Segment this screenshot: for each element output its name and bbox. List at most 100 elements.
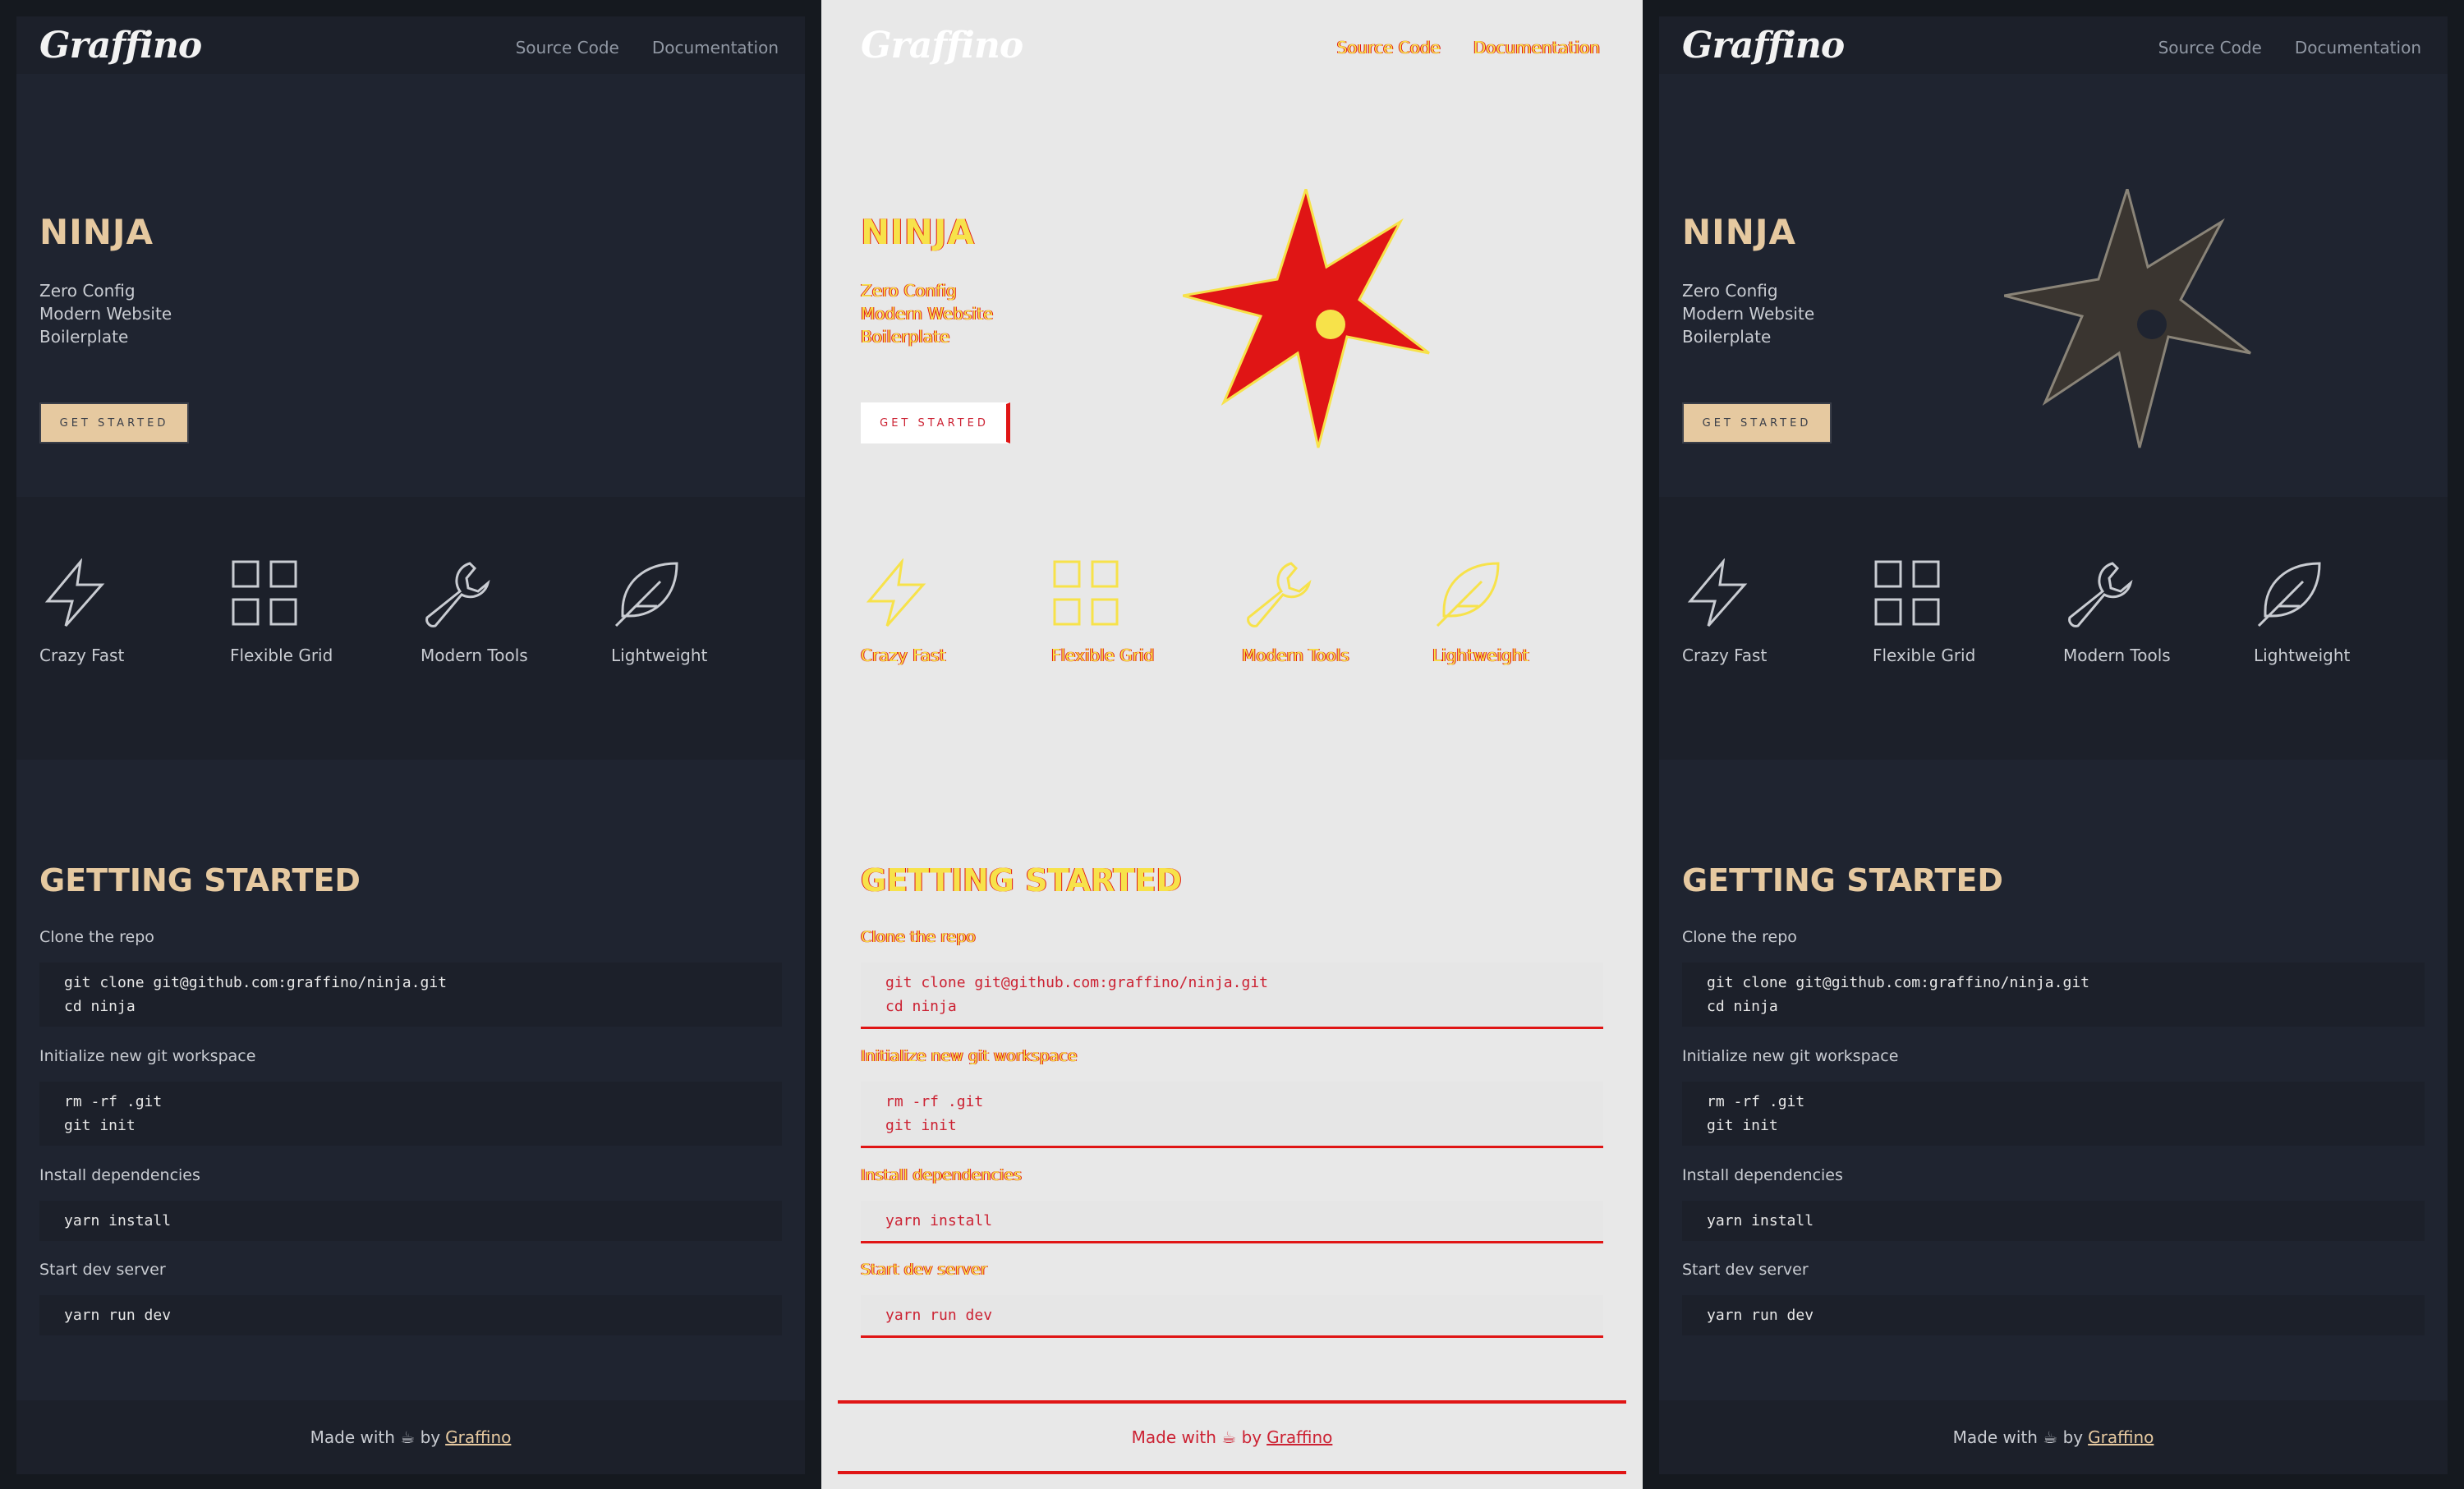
code-block[interactable]: git clone git@github.com:graffino/ninja.… [1682, 963, 2425, 1027]
feature-crazy-fast: Crazy Fast [861, 557, 946, 665]
nav-documentation[interactable]: Documentation [652, 38, 779, 57]
step-label: Start dev server [861, 1261, 987, 1279]
code-line: git init [1707, 1117, 1778, 1134]
code-line: yarn run dev [885, 1307, 993, 1324]
nav-source-code[interactable]: Source Code [516, 38, 619, 57]
feature-crazy-fast: Crazy Fast [39, 557, 125, 665]
footer-link[interactable]: Graffino [1266, 1427, 1332, 1447]
feature-label: Lightweight [2254, 646, 2351, 665]
feather-icon [614, 562, 678, 627]
getting-started: GETTING STARTED Clone the repo git clone… [838, 760, 1626, 1417]
subtitle-line: Boilerplate [39, 327, 129, 347]
page: Graffino Source Code Documentation NINJA… [838, 16, 1626, 1474]
code-line: rm -rf .git [885, 1093, 984, 1110]
nav-source-code[interactable]: Source Code [1337, 38, 1441, 57]
footer-text: Made with ☕ by [1952, 1427, 2084, 1447]
panel-diff: Graffino Source Code Documentation NINJA… [821, 0, 1643, 1489]
site-footer: Made with ☕ by Graffino [838, 1400, 1626, 1474]
hero-title: NINJA [39, 212, 154, 252]
code-block[interactable]: yarn install [39, 1201, 782, 1241]
hero: NINJA Zero Config Modern Website Boilerp… [1659, 74, 2448, 497]
code-block[interactable]: git clone git@github.com:graffino/ninja.… [861, 963, 1603, 1029]
features: Crazy Fast Flexible Grid Modern Tools Li… [1659, 497, 2448, 760]
feature-modern-tools: Modern Tools [2063, 558, 2171, 665]
wrench-icon [2068, 562, 2133, 627]
nav-source-code[interactable]: Source Code [2158, 38, 2262, 57]
step-init: Initialize new git workspace rm -rf .git… [1682, 1047, 2425, 1146]
step-init: Initialize new git workspace rm -rf .git… [39, 1047, 782, 1146]
step-install: Install dependencies yarn install [39, 1166, 782, 1241]
nav-documentation[interactable]: Documentation [2295, 38, 2421, 57]
footer-link[interactable]: Graffino [445, 1427, 511, 1447]
feature-label: Modern Tools [421, 646, 528, 665]
feather-icon [2257, 562, 2321, 627]
step-dev-server: Start dev server yarn run dev [1682, 1261, 2425, 1335]
code-block[interactable]: rm -rf .git git init [1682, 1082, 2425, 1146]
shuriken-icon [2004, 189, 2251, 448]
get-started-button[interactable]: GET STARTED [39, 402, 189, 443]
feature-label: Crazy Fast [39, 646, 125, 665]
code-block[interactable]: yarn install [1682, 1201, 2425, 1241]
logo[interactable]: Graffino [39, 25, 202, 67]
footer-link[interactable]: Graffino [2088, 1427, 2154, 1447]
get-started-button[interactable]: GET STARTED [1682, 402, 1832, 443]
footer-text: Made with ☕ by [310, 1427, 441, 1447]
subtitle-line: Boilerplate [1682, 327, 1772, 347]
code-line: yarn run dev [64, 1307, 172, 1324]
getting-started-title: GETTING STARTED [39, 862, 361, 898]
panel-rendered: Graffino Source Code Documentation NINJA… [1643, 0, 2464, 1489]
grid-icon [1053, 560, 1119, 626]
code-block[interactable]: yarn run dev [861, 1295, 1603, 1338]
nav-documentation[interactable]: Documentation [1473, 38, 1600, 57]
site-footer: Made with ☕ by Graffino [1659, 1400, 2448, 1474]
feather-icon [1436, 562, 1500, 627]
step-dev-server: Start dev server yarn run dev [861, 1261, 1603, 1338]
site-header: Graffino Source Code Documentation [1659, 16, 2448, 74]
feature-label: Crazy Fast [861, 646, 946, 665]
code-block[interactable]: rm -rf .git git init [861, 1082, 1603, 1148]
feature-label: Flexible Grid [230, 646, 333, 665]
code-line: git clone git@github.com:graffino/ninja.… [64, 974, 447, 991]
footer-text: Made with ☕ by [1131, 1427, 1262, 1447]
top-nav: Source Code Documentation [1337, 38, 1600, 57]
page: Graffino Source Code Documentation NINJA… [16, 16, 805, 1474]
code-block[interactable]: yarn run dev [1682, 1295, 2425, 1335]
feature-lightweight: Lightweight [2254, 558, 2350, 665]
code-block[interactable]: yarn install [861, 1201, 1603, 1243]
feature-crazy-fast: Crazy Fast [1682, 557, 1768, 665]
logo[interactable]: Graffino [1682, 25, 1845, 67]
features: Crazy Fast Flexible Grid Modern Tools Li… [16, 497, 805, 760]
step-label: Initialize new git workspace [39, 1047, 256, 1065]
step-label: Install dependencies [861, 1166, 1022, 1184]
code-line: git clone git@github.com:graffino/ninja.… [885, 974, 1268, 991]
page: Graffino Source Code Documentation NINJA… [1659, 16, 2448, 1474]
hero-subtitle: Zero Config Modern Website Boilerplate [861, 279, 993, 348]
code-line: cd ninja [64, 998, 136, 1015]
code-block[interactable]: rm -rf .git git init [39, 1082, 782, 1146]
feature-flexible-grid: Flexible Grid [1873, 558, 1975, 665]
feature-label: Flexible Grid [1051, 646, 1155, 665]
wrench-icon [425, 562, 490, 627]
subtitle-line: Modern Website [39, 304, 172, 324]
code-block[interactable]: yarn run dev [39, 1295, 782, 1335]
getting-started: GETTING STARTED Clone the repo git clone… [16, 760, 805, 1417]
getting-started-title: GETTING STARTED [1682, 862, 2003, 898]
feature-flexible-grid: Flexible Grid [230, 558, 333, 665]
code-line: cd ninja [885, 998, 957, 1015]
getting-started-title: GETTING STARTED [861, 862, 1182, 898]
hero-title: NINJA [861, 212, 976, 252]
feature-label: Flexible Grid [1873, 646, 1976, 665]
get-started-button[interactable]: GET STARTED [861, 402, 1010, 443]
step-label: Initialize new git workspace [1682, 1047, 1899, 1065]
feature-label: Lightweight [1432, 646, 1529, 665]
hero-subtitle: Zero Config Modern Website Boilerplate [1682, 279, 1814, 348]
code-block[interactable]: git clone git@github.com:graffino/ninja.… [39, 963, 782, 1027]
features: Crazy Fast Flexible Grid Modern Tools Li… [838, 497, 1626, 760]
code-line: rm -rf .git [1707, 1093, 1805, 1110]
logo[interactable]: Graffino [861, 25, 1023, 67]
step-label: Clone the repo [1682, 928, 1797, 946]
step-label: Start dev server [1682, 1261, 1809, 1279]
feature-label: Crazy Fast [1682, 646, 1768, 665]
shuriken-icon [1183, 189, 1430, 448]
step-init: Initialize new git workspace rm -rf .git… [861, 1047, 1603, 1148]
